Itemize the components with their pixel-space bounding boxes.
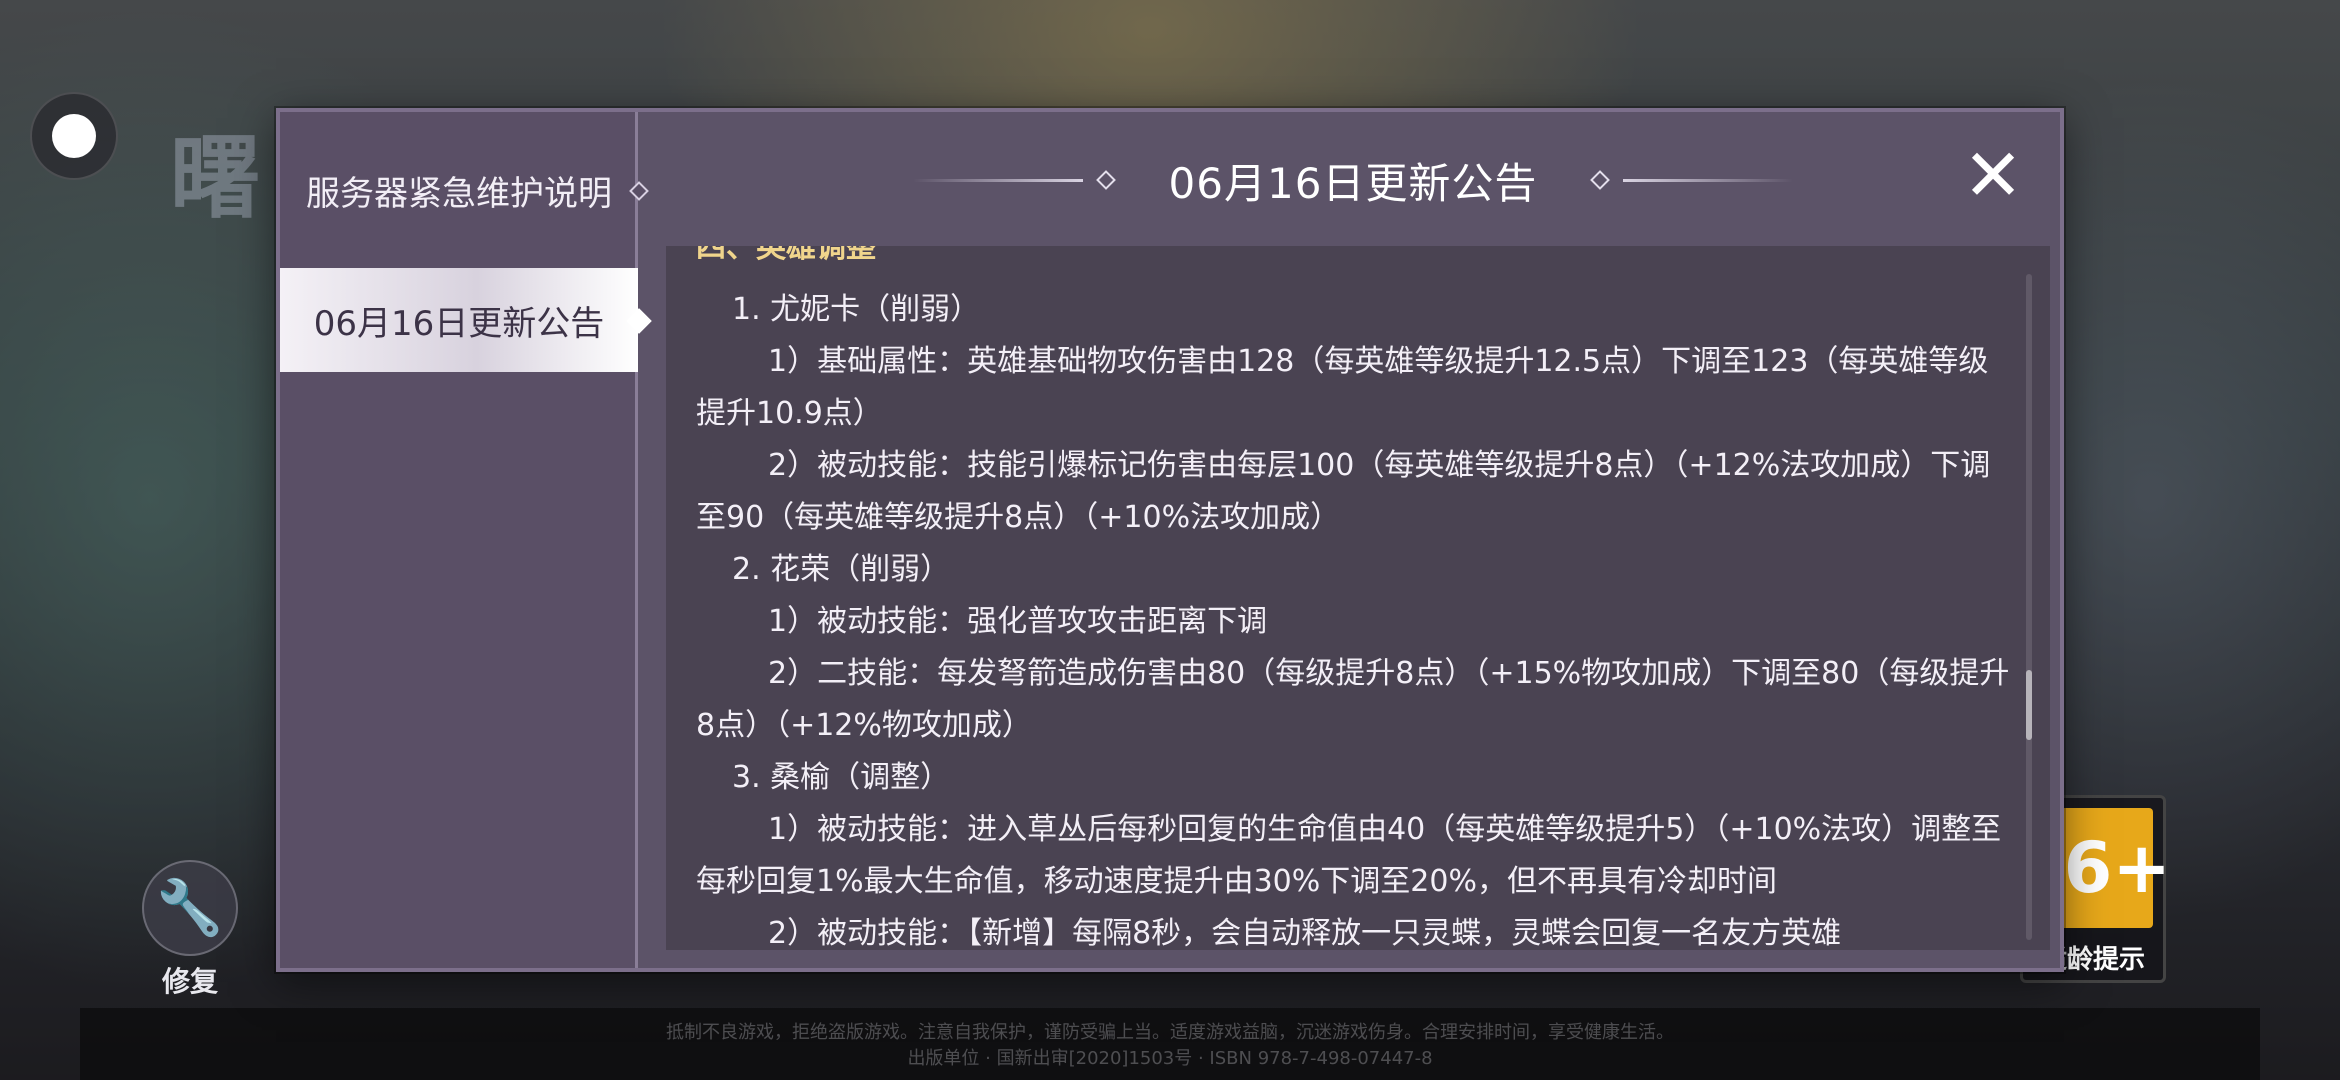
sidebar-item-maintenance[interactable]: 服务器紧急维护说明 <box>280 138 649 242</box>
close-button[interactable]: ✕ <box>1958 139 2028 211</box>
hero-heading: 1. 尤妮卡（削弱） <box>732 292 981 327</box>
diamond-icon <box>1590 170 1611 190</box>
sidebar-item-label: 服务器紧急维护说明 <box>306 173 612 214</box>
sidebar-item-update-notice[interactable]: 06月16日更新公告 <box>280 268 652 372</box>
change-item: 1）被动技能：进入草丛后每秒回复的生命值由40（每英雄等级提升5）（+10%法攻… <box>696 812 2002 899</box>
change-item: 2）被动技能：技能引爆标记伤害由每层100（每英雄等级提升8点）（+12%法攻加… <box>696 448 1991 535</box>
repair-label: 修复 <box>161 965 218 998</box>
section-heading: 四、英雄调整 <box>696 246 876 265</box>
change-item: 1）基础属性：英雄基础物攻伤害由128（每英雄等级提升12.5点）下调至123（… <box>696 344 1989 431</box>
sidebar-item-label: 06月16日更新公告 <box>313 303 605 344</box>
diamond-icon <box>626 308 652 334</box>
title-divider-right <box>1623 178 1794 182</box>
announcement-content[interactable]: 四、英雄调整 1. 尤妮卡（削弱） 1）基础属性：英雄基础物攻伤害由128（每英雄… <box>666 246 2050 950</box>
change-item: 2）被动技能：【新增】每隔8秒，会自动释放一只灵蝶，灵蝶会回复一名友方英雄 <box>768 916 1842 950</box>
wrench-icon: 🔧 <box>142 860 238 956</box>
change-item: 1）被动技能：强化普攻攻击距离下调 <box>768 604 1268 639</box>
hero-heading: 2. 花荣（削弱） <box>732 552 951 587</box>
dialog-header: 06月16日更新公告 <box>638 132 2068 228</box>
hero-heading: 3. 桑榆（调整） <box>732 760 951 795</box>
floating-assistant-ball[interactable] <box>30 92 118 180</box>
scrollbar-thumb[interactable] <box>2026 670 2032 740</box>
diamond-icon <box>1095 170 1116 190</box>
game-logo: 曙 <box>170 125 260 231</box>
close-icon: ✕ <box>1962 133 2024 217</box>
announcement-dialog: 服务器紧急维护说明 06月16日更新公告 06月16日更新公告 ✕ 四、英雄调整… <box>276 108 2064 972</box>
repair-button[interactable]: 🔧 修复 <box>140 860 240 1000</box>
announcement-sidebar: 服务器紧急维护说明 06月16日更新公告 <box>280 112 652 968</box>
footer-line-2: 出版单位 · 国新出审[2020]1503号 · ISBN 978-7-498-… <box>907 1048 1433 1069</box>
dialog-title: 06月16日更新公告 <box>1168 158 1538 208</box>
footer-notice: 抵制不良游戏，拒绝盗版游戏。注意自我保护，谨防受骗上当。适度游戏益脑，沉迷游戏伤… <box>80 1008 2260 1080</box>
change-item: 2）二技能：每发弩箭造成伤害由80（每级提升8点）（+15%物攻加成）下调至80… <box>696 656 2010 743</box>
footer-line-1: 抵制不良游戏，拒绝盗版游戏。注意自我保护，谨防受骗上当。适度游戏益脑，沉迷游戏伤… <box>666 1022 1674 1043</box>
announcement-text: 四、英雄调整 1. 尤妮卡（削弱） 1）基础属性：英雄基础物攻伤害由128（每英雄… <box>696 246 2016 950</box>
content-scrollbar[interactable] <box>2026 274 2032 940</box>
title-divider-left <box>912 178 1083 182</box>
